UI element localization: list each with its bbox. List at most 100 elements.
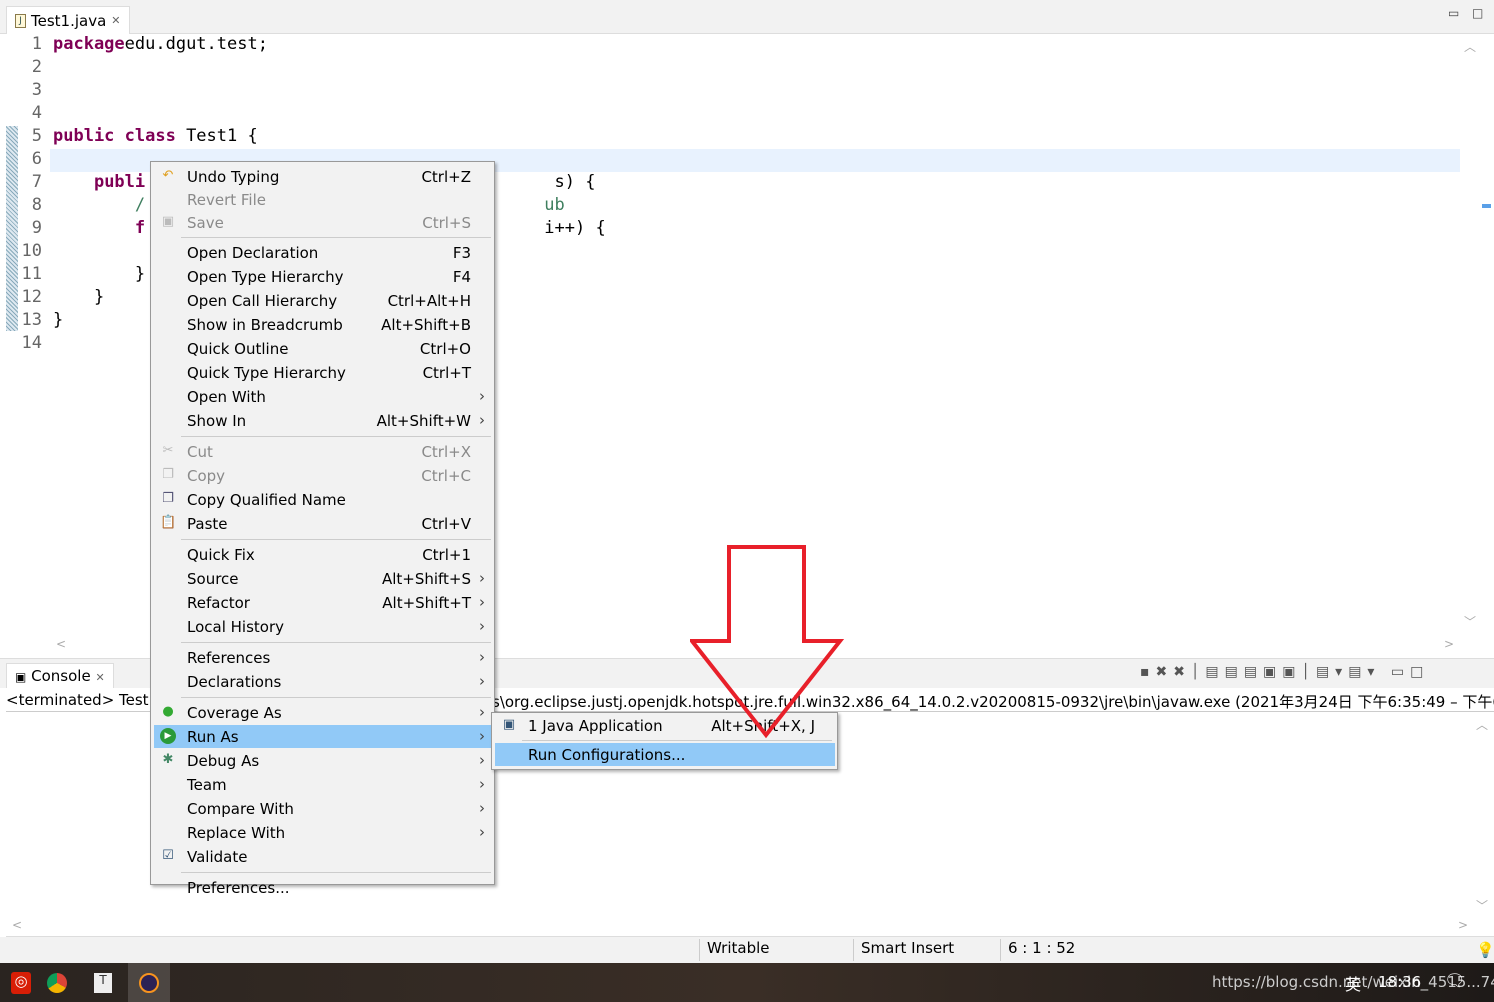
menu-item-show-in-breadcrumb[interactable]: Show in Breadcrumb Alt+Shift+B xyxy=(154,313,491,336)
line-number: 4 xyxy=(31,103,42,123)
menu-item-paste[interactable]: 📋 Paste Ctrl+V xyxy=(154,512,491,535)
menu-item-shortcut: Ctrl+Alt+H xyxy=(387,292,471,310)
menu-item-refactor[interactable]: Refactor Alt+Shift+T › xyxy=(154,591,491,614)
java-application-icon: ▣ xyxy=(502,717,516,732)
menu-separator xyxy=(181,642,491,643)
menu-item-quick-outline[interactable]: Quick Outline Ctrl+O xyxy=(154,337,491,360)
menu-item-shortcut: F4 xyxy=(452,268,471,286)
notification-icon[interactable]: 🗨 xyxy=(1444,971,1466,991)
typora-icon[interactable]: T xyxy=(82,963,124,1002)
taskbar: ◎ T https://blog.csdn.net/weixin_4515...… xyxy=(0,963,1494,1002)
chevron-right-icon: › xyxy=(479,672,485,690)
menu-item-show-in[interactable]: Show In Alt+Shift+W › xyxy=(154,409,491,432)
menu-item-label: Coverage As xyxy=(187,704,282,722)
menu-item-validate[interactable]: ☑ Validate xyxy=(154,845,491,868)
menu-item-debug-as[interactable]: ✱ Debug As › xyxy=(154,749,491,772)
menu-separator xyxy=(181,872,491,873)
menu-item-source[interactable]: Source Alt+Shift+S › xyxy=(154,567,491,590)
context-menu: ↶ Undo Typing Ctrl+Z Revert File ▣ Save Ctrl+S… xyxy=(150,161,495,897)
menu-item-undo-typing[interactable]: ↶ Undo Typing Ctrl+Z xyxy=(154,165,491,188)
menu-item-shortcut: Alt+Shift+S xyxy=(381,570,471,588)
line-number: 9 xyxy=(31,218,42,238)
chevron-right-icon: › xyxy=(479,593,485,611)
menu-item-shortcut: Ctrl+1 xyxy=(422,546,471,564)
clock[interactable]: 18:36 xyxy=(1378,973,1421,991)
menu-item-label: Validate xyxy=(187,848,248,866)
console-toolbar[interactable]: ▪✖✖│▤▤▤▣▣│▤▾▤▾ ▭□ xyxy=(1140,664,1429,680)
menu-item-team[interactable]: Team › xyxy=(154,773,491,796)
tab-test1-java[interactable]: J Test1.java ✕ xyxy=(6,6,130,34)
menu-separator xyxy=(181,539,491,540)
menu-item-label: Preferences... xyxy=(187,879,290,897)
menu-item-label: Run As xyxy=(187,728,239,746)
line-number: 14 xyxy=(21,333,42,353)
insert-mode-status: Smart Insert xyxy=(853,939,954,961)
menu-item-references[interactable]: References › xyxy=(154,646,491,669)
code-line: } xyxy=(53,287,104,307)
menu-item-copy[interactable]: ❐ Copy Ctrl+C xyxy=(154,464,491,487)
menu-item-label: Show in Breadcrumb xyxy=(187,316,343,334)
minimize-icon[interactable]: ▭ xyxy=(1448,6,1459,20)
menu-item-shortcut: Ctrl+C xyxy=(421,467,471,485)
tab-console[interactable]: ▣ Console ✕ xyxy=(6,663,114,689)
menu-item-run-configurations[interactable]: Run Configurations... xyxy=(495,743,835,766)
line-number: 5 xyxy=(31,126,42,146)
menu-item-label: Open Call Hierarchy xyxy=(187,292,338,310)
menu-item-open-call-hierarchy[interactable]: Open Call Hierarchy Ctrl+Alt+H xyxy=(154,289,491,312)
menu-separator xyxy=(522,740,832,741)
menu-item-replace-with[interactable]: Replace With › xyxy=(154,821,491,844)
menu-item-shortcut: Ctrl+Z xyxy=(421,168,471,186)
menu-item-label: Show In xyxy=(187,412,247,430)
status-bar: Writable Smart Insert 6 : 1 : 52 💡 xyxy=(0,937,1494,963)
menu-item-run-as[interactable]: ▶ Run As › xyxy=(154,725,491,748)
line-number: 2 xyxy=(31,57,42,77)
menu-item-open-declaration[interactable]: Open Declaration F3 xyxy=(154,241,491,264)
ime-indicator[interactable]: 英 xyxy=(1345,971,1361,995)
menu-item-label: Copy Qualified Name xyxy=(187,491,346,509)
menu-item-label: Source xyxy=(187,570,239,588)
editor-tab-bar xyxy=(0,0,1494,34)
overview-ruler-marker[interactable] xyxy=(1482,204,1491,208)
line-number: 10 xyxy=(21,241,42,261)
menu-item-label: Quick Type Hierarchy xyxy=(187,364,346,382)
lightbulb-icon[interactable]: 💡 xyxy=(1476,941,1494,959)
menu-item-label: Cut xyxy=(187,443,213,461)
menu-item-copy-qualified-name[interactable]: ❐ Copy Qualified Name xyxy=(154,488,491,511)
eclipse-icon[interactable] xyxy=(128,963,170,1002)
line-number: 6 xyxy=(31,149,42,169)
menu-item-cut[interactable]: ✂ Cut Ctrl+X xyxy=(154,440,491,463)
menu-item-declarations[interactable]: Declarations › xyxy=(154,670,491,693)
close-icon[interactable]: ✕ xyxy=(111,14,120,27)
line-number: 12 xyxy=(21,287,42,307)
chevron-right-icon: › xyxy=(479,411,485,429)
menu-item-coverage-as[interactable]: ● Coverage As › xyxy=(154,701,491,724)
menu-item-revert-file[interactable]: Revert File xyxy=(154,188,491,211)
menu-item-local-history[interactable]: Local History › xyxy=(154,615,491,638)
menu-item-preferences[interactable]: Preferences... xyxy=(154,876,491,899)
menu-item-open-type-hierarchy[interactable]: Open Type Hierarchy F4 xyxy=(154,265,491,288)
editor-vertical-scrollbar[interactable]: ︿ ﹀ xyxy=(1460,34,1480,634)
menu-item-shortcut: Alt+Shift+W xyxy=(376,412,471,430)
menu-item-label: Run Configurations... xyxy=(528,746,686,764)
code-line: } xyxy=(53,264,145,284)
menu-item-shortcut: F3 xyxy=(452,244,471,262)
menu-item-label: Save xyxy=(187,214,224,232)
menu-item-save[interactable]: ▣ Save Ctrl+S xyxy=(154,211,491,234)
menu-item-open-with[interactable]: Open With › xyxy=(154,385,491,408)
menu-item-quick-fix[interactable]: Quick Fix Ctrl+1 xyxy=(154,543,491,566)
menu-item-compare-with[interactable]: Compare With › xyxy=(154,797,491,820)
menu-item-quick-type-hierarchy[interactable]: Quick Type Hierarchy Ctrl+T xyxy=(154,361,491,384)
line-number: 11 xyxy=(21,264,42,284)
chrome-icon[interactable] xyxy=(36,963,78,1002)
menu-item-shortcut: Ctrl+X xyxy=(421,443,471,461)
menu-item-label: Revert File xyxy=(187,191,266,209)
close-icon[interactable]: ✕ xyxy=(95,671,104,684)
line-number: 7 xyxy=(31,172,42,192)
chevron-right-icon: › xyxy=(479,648,485,666)
code-token: } xyxy=(53,287,105,307)
cut-icon: ✂ xyxy=(162,443,174,458)
menu-item-label: Undo Typing xyxy=(187,168,280,186)
maximize-icon[interactable]: □ xyxy=(1472,6,1483,20)
tab-label: Console xyxy=(31,667,91,685)
